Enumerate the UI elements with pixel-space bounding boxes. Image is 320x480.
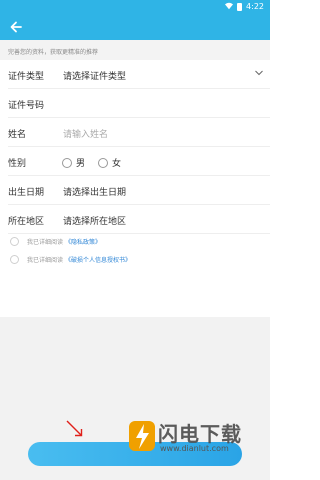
region-label: 所在地区 [8, 217, 45, 227]
id-type-label: 证件类型 [8, 72, 45, 82]
gender-label: 性别 [8, 159, 27, 169]
watermark: 闪电下载 www.dianlut.com [126, 416, 266, 458]
authorization-link[interactable]: 《破损个人信息授权书》 [65, 255, 131, 264]
back-arrow-icon[interactable] [8, 19, 24, 35]
region-row[interactable]: 所在地区 请选择所在地区 [8, 205, 270, 234]
name-label: 姓名 [8, 130, 27, 140]
gender-row: 性别 男 女 [8, 147, 270, 176]
gender-female-label: 女 [112, 159, 122, 169]
app-bar [0, 14, 270, 40]
notice-text: 完善您的资料，获取更精准的推荐 [8, 49, 99, 56]
authorization-checkbox[interactable] [10, 255, 19, 264]
gender-male-label: 男 [76, 159, 86, 169]
battery-icon [237, 3, 242, 11]
name-row[interactable]: 姓名 请输入姓名 [8, 118, 270, 147]
radio-male[interactable] [62, 157, 72, 168]
status-time: 4:22 [246, 2, 264, 11]
profile-form: 证件类型 请选择证件类型 证件号码 姓名 请输入姓名 性别 男 女 出生日期 请… [0, 60, 270, 234]
gender-female-option[interactable]: 女 [98, 156, 121, 169]
status-bar: 4:22 [0, 0, 270, 14]
id-number-row[interactable]: 证件号码 [8, 89, 270, 118]
birth-date-select[interactable]: 请选择出生日期 [63, 185, 126, 198]
id-type-select[interactable]: 请选择证件类型 [63, 69, 126, 82]
privacy-checkbox[interactable] [10, 237, 19, 246]
annotation-arrow-icon [66, 420, 83, 437]
wifi-icon [225, 2, 233, 10]
name-input[interactable]: 请输入姓名 [63, 127, 108, 140]
privacy-policy-link[interactable]: 《隐私政策》 [65, 237, 101, 246]
notice-bar: 完善您的资料，获取更精准的推荐 [0, 40, 270, 60]
privacy-agreement[interactable]: 我已详细阅读 《隐私政策》 [10, 237, 101, 246]
chevron-down-icon[interactable] [254, 69, 264, 77]
privacy-prefix: 我已详细阅读 [27, 239, 64, 246]
id-type-row[interactable]: 证件类型 请选择证件类型 [8, 60, 270, 89]
birth-date-row[interactable]: 出生日期 请选择出生日期 [8, 176, 270, 205]
region-select[interactable]: 请选择所在地区 [63, 214, 126, 227]
authorization-prefix: 我已详细阅读 [27, 257, 64, 264]
lightning-logo-icon [129, 421, 155, 451]
watermark-title: 闪电下载 [158, 422, 242, 446]
birth-date-label: 出生日期 [8, 188, 45, 198]
gender-male-option[interactable]: 男 [62, 156, 85, 169]
authorization-agreement[interactable]: 我已详细阅读 《破损个人信息授权书》 [10, 255, 131, 264]
id-number-label: 证件号码 [8, 101, 45, 111]
watermark-url: www.dianlut.com [160, 444, 229, 453]
radio-female[interactable] [98, 157, 108, 168]
